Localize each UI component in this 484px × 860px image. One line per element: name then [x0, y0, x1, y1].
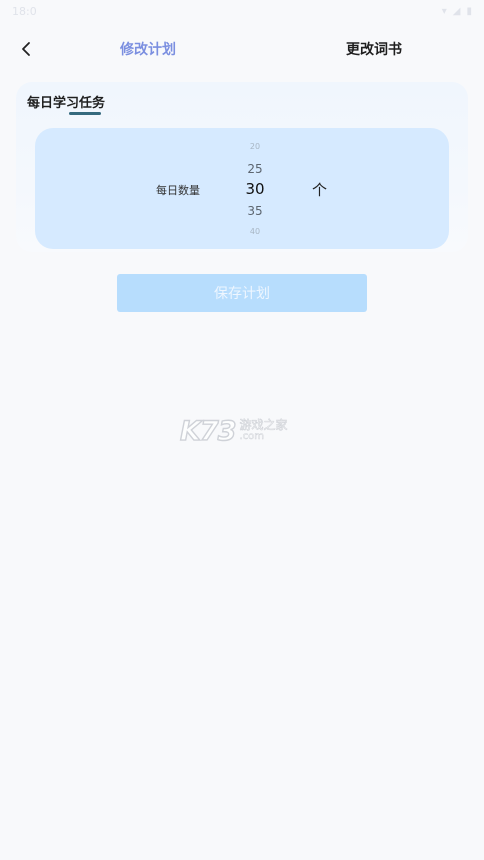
wheel-option[interactable]: 20: [235, 142, 275, 151]
battery-icon: ▮: [466, 5, 472, 17]
status-time: 18:0: [12, 4, 37, 18]
signal-icon: ◢: [452, 5, 461, 17]
screen: 18:0 ▾ ◢ ▮ 修改计划 更改词书 每日学习任务 每日数量 20 25 3…: [0, 0, 484, 860]
status-bar: 18:0 ▾ ◢ ▮: [0, 0, 484, 22]
wheel-option[interactable]: 40: [235, 227, 275, 236]
number-wheel[interactable]: 20 25 30 35 40: [235, 128, 275, 249]
watermark-bottom-text: .com: [239, 431, 265, 443]
status-icons: ▾ ◢ ▮: [442, 6, 472, 17]
daily-count-picker: 每日数量 20 25 30 35 40 个: [35, 128, 449, 249]
tab-modify-plan[interactable]: 修改计划: [120, 39, 176, 59]
wifi-icon: ▾: [441, 5, 447, 17]
card-title: 每日学习任务: [27, 96, 106, 111]
wheel-option-selected[interactable]: 30: [235, 180, 275, 198]
chevron-left-icon: [22, 42, 30, 56]
title-underline: [69, 112, 101, 115]
watermark-logo: K73 游戏之家 .com: [179, 414, 310, 448]
wheel-option[interactable]: 25: [235, 162, 275, 176]
watermark-logo-text: K73: [179, 415, 237, 447]
top-nav: 修改计划 更改词书: [0, 30, 484, 70]
picker-label: 每日数量: [156, 184, 200, 197]
save-plan-button[interactable]: 保存计划: [117, 274, 367, 312]
watermark-side: 游戏之家 .com: [239, 419, 288, 443]
back-button[interactable]: [12, 35, 40, 63]
wheel-option[interactable]: 35: [235, 204, 275, 218]
picker-unit: 个: [312, 181, 328, 199]
tab-change-book[interactable]: 更改词书: [346, 39, 402, 59]
daily-task-card: 每日学习任务 每日数量 20 25 30 35 40 个: [16, 82, 468, 252]
